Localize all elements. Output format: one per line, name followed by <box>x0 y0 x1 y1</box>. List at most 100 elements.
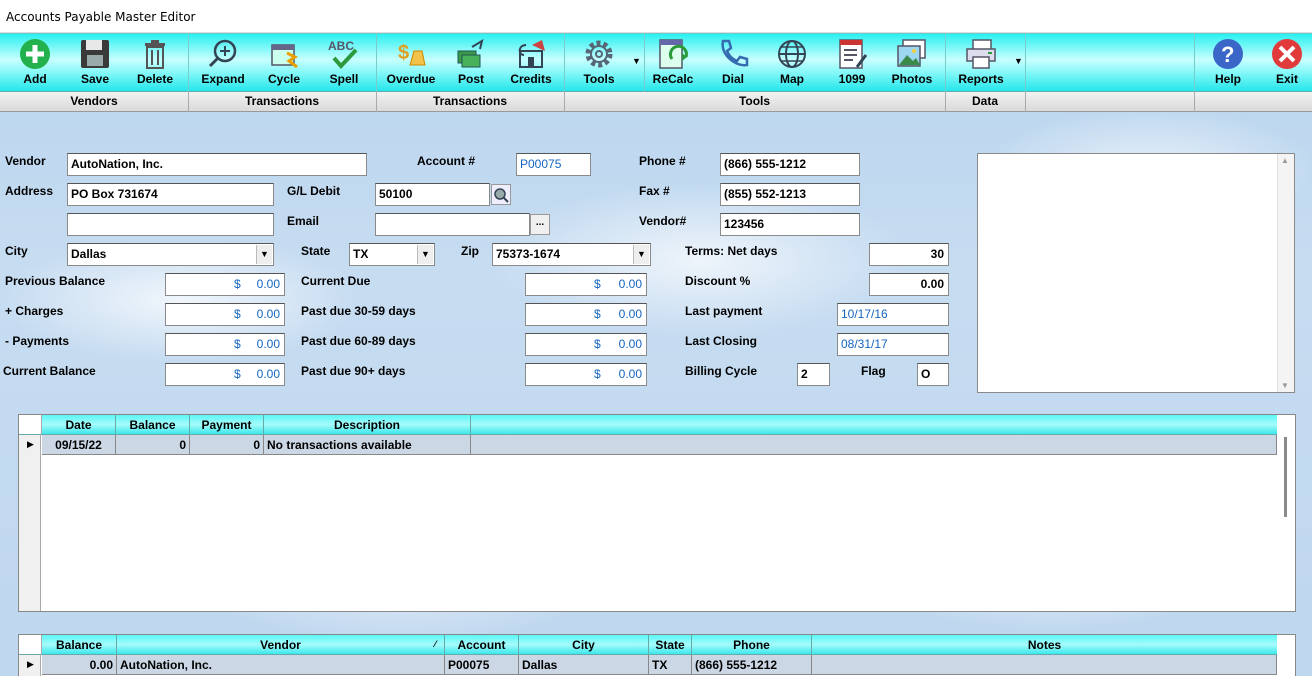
chevron-down-icon[interactable]: ▼ <box>417 245 433 264</box>
1099-button[interactable]: 1099 <box>824 34 880 93</box>
add-button[interactable]: Add <box>8 34 62 93</box>
recalc-button[interactable]: ReCalc <box>646 34 700 93</box>
transactions-grid[interactable]: Date Balance Payment Description ▶ 09/15… <box>18 414 1296 612</box>
column-header-payment[interactable]: Payment <box>190 415 264 435</box>
transaction-payment-cell[interactable]: 0 <box>190 435 264 455</box>
city-label: City <box>5 244 28 258</box>
cycle-button[interactable]: Cycle <box>256 34 312 93</box>
zip-value: 75373-1674 <box>496 247 561 261</box>
email-field[interactable] <box>375 213 530 236</box>
reports-dropdown-icon[interactable]: ▼ <box>1014 56 1023 66</box>
scroll-down-icon[interactable]: ▼ <box>1281 381 1289 390</box>
credits-button[interactable]: Credits <box>503 34 559 93</box>
phone-field[interactable]: (866) 555-1212 <box>720 153 860 176</box>
state-select[interactable]: TX ▼ <box>349 243 435 266</box>
toolbar-separator <box>188 34 189 93</box>
post-button[interactable]: Post <box>444 34 498 93</box>
vendor-city-cell[interactable]: Dallas <box>519 655 649 675</box>
gl-lookup-button[interactable] <box>491 184 511 205</box>
account-field[interactable]: P00075 <box>516 153 591 176</box>
fax-field[interactable]: (855) 552-1213 <box>720 183 860 206</box>
svg-text:?: ? <box>1221 42 1234 67</box>
last-closing-field[interactable]: 08/31/17 <box>837 333 949 356</box>
column-header-description[interactable]: Description <box>264 415 471 435</box>
spell-button[interactable]: ABC Spell <box>316 34 372 93</box>
billing-cycle-field[interactable]: 2 <box>797 363 830 386</box>
past-due-60-field[interactable]: $0.00 <box>525 333 647 356</box>
payments-field[interactable]: $0.00 <box>165 333 285 356</box>
notes-scrollbar[interactable]: ▲ ▼ <box>1277 154 1294 392</box>
help-button[interactable]: ? Help <box>1200 34 1256 93</box>
spell-icon: ABC <box>328 39 358 69</box>
group-data: Data <box>971 94 998 108</box>
expand-button[interactable]: Expand <box>194 34 252 93</box>
vendor-state-cell[interactable]: TX <box>649 655 692 675</box>
current-due-field[interactable]: $0.00 <box>525 273 647 296</box>
delete-icon <box>145 40 165 69</box>
email-browse-button[interactable]: ... <box>530 214 550 235</box>
save-button[interactable]: Save <box>68 34 122 93</box>
overdue-button[interactable]: $ Overdue <box>382 34 440 93</box>
transactions-scrollbar[interactable] <box>1284 437 1287 517</box>
notes-textarea[interactable]: ▲ ▼ <box>977 153 1295 393</box>
vendors-grid[interactable]: Balance Vendor ⁄ Account City State Phone… <box>18 634 1296 676</box>
vendor-field[interactable]: AutoNation, Inc. <box>67 153 367 176</box>
payments-label: - Payments <box>5 334 70 348</box>
tools-dropdown-icon[interactable]: ▼ <box>632 56 641 66</box>
vendor-phone-cell[interactable]: (866) 555-1212 <box>692 655 812 675</box>
column-header-city[interactable]: City <box>519 635 649 655</box>
address-line1-field[interactable]: PO Box 731674 <box>67 183 274 206</box>
previous-balance-field[interactable]: $0.00 <box>165 273 285 296</box>
scroll-up-icon[interactable]: ▲ <box>1281 156 1289 165</box>
chevron-down-icon[interactable]: ▼ <box>633 245 649 264</box>
exit-button[interactable]: Exit <box>1262 34 1312 93</box>
terms-label: Terms: Net days <box>685 244 778 258</box>
vendor-notes-cell[interactable] <box>812 655 1277 675</box>
phone-label: Phone # <box>639 154 686 168</box>
flag-field[interactable]: O <box>917 363 949 386</box>
account-label: Account # <box>417 154 476 168</box>
transaction-date-cell[interactable]: 09/15/22 <box>42 435 116 455</box>
past-due-90-field[interactable]: $0.00 <box>525 363 647 386</box>
last-payment-field[interactable]: 10/17/16 <box>837 303 949 326</box>
column-header-phone[interactable]: Phone <box>692 635 812 655</box>
column-header-state[interactable]: State <box>649 635 692 655</box>
vendor-account-cell[interactable]: P00075 <box>445 655 519 675</box>
exit-label: Exit <box>1275 72 1298 86</box>
delete-button[interactable]: Delete <box>128 34 182 93</box>
column-header-balance[interactable]: Balance <box>116 415 190 435</box>
vendor-balance-cell[interactable]: 0.00 <box>42 655 117 675</box>
column-header-vendor[interactable]: Vendor ⁄ <box>117 635 445 655</box>
current-balance-field[interactable]: $0.00 <box>165 363 285 386</box>
overdue-label: Overdue <box>386 72 436 86</box>
tools-button[interactable]: Tools <box>570 34 628 93</box>
zip-label: Zip <box>461 244 479 258</box>
reports-button[interactable]: Reports <box>950 34 1012 93</box>
transaction-balance-cell[interactable]: 0 <box>116 435 190 455</box>
chevron-down-icon[interactable]: ▼ <box>256 245 272 264</box>
recalc-icon <box>659 39 688 69</box>
terms-field[interactable]: 30 <box>869 243 949 266</box>
column-header-vendor-balance[interactable]: Balance <box>42 635 117 655</box>
city-select[interactable]: Dallas ▼ <box>67 243 274 266</box>
vendor-number-field[interactable]: 123456 <box>720 213 860 236</box>
state-label: State <box>301 244 331 258</box>
charges-field[interactable]: $0.00 <box>165 303 285 326</box>
post-icon <box>457 38 484 68</box>
transaction-description-cell[interactable]: No transactions available <box>264 435 471 455</box>
past-due-30-field[interactable]: $0.00 <box>525 303 647 326</box>
column-header-date[interactable]: Date <box>42 415 116 435</box>
discount-field[interactable]: 0.00 <box>869 273 949 296</box>
map-button[interactable]: Map <box>764 34 820 93</box>
gl-debit-field[interactable]: 50100 <box>375 183 490 206</box>
row-selector-column <box>19 435 41 611</box>
zip-select[interactable]: 75373-1674 ▼ <box>492 243 651 266</box>
column-header-account[interactable]: Account <box>445 635 519 655</box>
dial-button[interactable]: Dial <box>705 34 761 93</box>
photos-icon <box>897 39 926 67</box>
toolbar-separator <box>564 34 565 93</box>
address-line2-field[interactable] <box>67 213 274 236</box>
photos-button[interactable]: Photos <box>884 34 940 93</box>
vendor-name-cell[interactable]: AutoNation, Inc. <box>117 655 445 675</box>
column-header-notes[interactable]: Notes <box>812 635 1277 655</box>
